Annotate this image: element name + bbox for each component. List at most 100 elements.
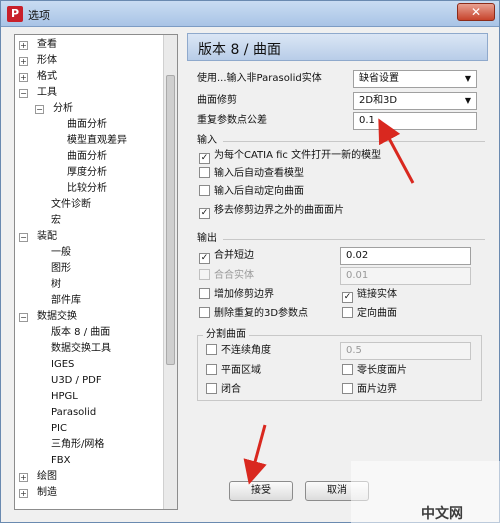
expand-icon[interactable]: + [19,57,28,66]
tree-item-part-library[interactable]: 部件库 [51,293,81,309]
checkbox-icon[interactable] [199,185,210,196]
checkbox-add-trim[interactable]: 增加修剪边界 [199,288,274,302]
checkbox-plane-region[interactable]: 平面区域 [206,364,261,378]
watermark-text: 中文网 [421,506,463,522]
tree-item-fbx[interactable]: FBX [51,453,70,469]
tree-item-hpgl[interactable]: HPGL [51,389,78,405]
tree-item-general[interactable]: 一般 [51,245,71,261]
expand-icon[interactable]: + [19,473,28,482]
checkbox-checked-icon[interactable]: ✓ [199,153,210,164]
tree-item-assembly[interactable]: − 装配 [19,229,57,245]
tree-item-label: 数据交换 [37,311,77,322]
checkbox-orient-surface[interactable]: 定向曲面 [342,307,397,321]
checkbox-merge-edges[interactable]: ✓ 合并短边 [199,249,254,264]
tree-item-compare[interactable]: 比较分析 [67,181,107,197]
tree-item-label: 查看 [37,39,57,50]
merge-solids-input[interactable]: 0.01 [340,267,471,285]
title-bar: P 选项 ✕ [1,1,499,27]
page-title: 版本 8 / 曲面 [198,42,281,58]
collapse-icon[interactable]: − [19,233,28,242]
tree-item-analysis[interactable]: − 分析 [35,101,73,117]
surface-trim-select[interactable]: 2D和3D ▼ [353,92,477,110]
divider [223,239,485,240]
divider [223,141,485,142]
tree-item-manufacture[interactable]: + 制造 [19,485,57,501]
checkbox-icon[interactable] [342,364,353,375]
checkbox-icon[interactable] [342,383,353,394]
checkbox-icon[interactable] [199,167,210,178]
checkbox-icon[interactable] [199,269,210,280]
duplicate-tolerance-label: 重复参数点公差 [197,115,267,126]
checkbox-new-model[interactable]: ✓ 为每个CATIA fic 文件打开一新的模型 [199,149,381,164]
tree-item-model-diff[interactable]: 模型直观差异 [67,133,127,149]
checkbox-link-solid[interactable]: ✓ 链接实体 [342,288,397,303]
tree-item-shape[interactable]: + 形体 [19,53,57,69]
tree-item-tree[interactable]: 树 [51,277,61,293]
checkbox-merge-solids[interactable]: 合合实体 [199,269,254,283]
checkbox-auto-check[interactable]: 输入后自动查看模型 [199,167,304,181]
tree-item-macro[interactable]: 宏 [51,213,61,229]
window-title: 选项 [28,9,50,22]
discontinuous-angle-input[interactable]: 0.5 [340,342,471,360]
tree-item-graphics[interactable]: 图形 [51,261,71,277]
tree-item-label: 分析 [53,103,73,114]
tree-item-version8-surface[interactable]: 版本 8 / 曲面 [51,325,110,341]
checkbox-icon[interactable] [206,364,217,375]
checkbox-discontinuous[interactable]: 不连续角度 [206,344,271,358]
checkbox-face-boundary[interactable]: 面片边界 [342,383,397,397]
expand-icon[interactable]: + [19,73,28,82]
tree-item-surface-analysis-2[interactable]: 曲面分析 [67,149,107,165]
input-section-label: 输入 [197,135,217,146]
checkbox-closed[interactable]: 闭合 [206,383,241,397]
expand-icon[interactable]: + [19,41,28,50]
tree-item-parasolid[interactable]: Parasolid [51,405,96,421]
tree-item-format[interactable]: + 格式 [19,69,57,85]
collapse-icon[interactable]: − [19,313,28,322]
tree-item-iges[interactable]: IGES [51,357,74,373]
duplicate-tolerance-input[interactable]: 0.1 [353,112,477,130]
import-parasolid-label: 使用...输入非Parasolid实体 [197,73,322,84]
checkbox-checked-icon[interactable]: ✓ [342,292,353,303]
merge-edges-input[interactable]: 0.02 [340,247,471,265]
tree-item-file-diagnose[interactable]: 文件诊断 [51,197,91,213]
checkbox-icon[interactable] [199,307,210,318]
tree-item-label: 绘图 [37,471,57,482]
tree-item-thickness[interactable]: 厚度分析 [67,165,107,181]
tree-item-label: 制造 [37,487,57,498]
ok-button[interactable]: 接受 [229,481,293,501]
collapse-icon[interactable]: − [35,105,44,114]
checkbox-remove-faces[interactable]: ✓ 移去修剪边界之外的曲面面片 [199,204,344,219]
output-section-label: 输出 [197,233,217,244]
surface-trim-label: 曲面修剪 [197,95,237,106]
expand-icon[interactable]: + [19,489,28,498]
checkbox-auto-orient[interactable]: 输入后自动定向曲面 [199,185,304,199]
checkbox-icon[interactable] [342,307,353,318]
checkbox-checked-icon[interactable]: ✓ [199,253,210,264]
options-dialog: P 选项 ✕ + 查看 + 形体 + 格式 − 工具 − 分析 曲面分析 模型直观差异 曲… [0,0,500,523]
tree-item-label: 装配 [37,231,57,242]
tree-item-surface-analysis[interactable]: 曲面分析 [67,117,107,133]
checkbox-icon[interactable] [206,344,217,355]
checkbox-checked-icon[interactable]: ✓ [199,208,210,219]
tree-item-data-exchange[interactable]: − 数据交换 [19,309,77,325]
tree-item-drawing[interactable]: + 绘图 [19,469,57,485]
close-button[interactable]: ✕ [457,3,495,21]
tree-item-view[interactable]: + 查看 [19,37,57,53]
checkbox-zero-length[interactable]: 零长度面片 [342,364,407,378]
checkbox-icon[interactable] [199,288,210,299]
app-logo-icon: P [7,6,23,22]
tree-item-exchange-tools[interactable]: 数据交换工具 [51,341,111,357]
checkbox-delete-dup[interactable]: 删除重复的3D参数点 [199,307,308,321]
tree-item-pic[interactable]: PIC [51,421,67,437]
tree-item-label: 格式 [37,71,57,82]
scrollbar-thumb[interactable] [166,75,175,365]
options-tree: + 查看 + 形体 + 格式 − 工具 − 分析 曲面分析 模型直观差异 曲面分析 厚度分… [14,34,178,510]
dropdown-arrow-icon: ▼ [464,96,471,105]
tree-item-triangle-mesh[interactable]: 三角形/网格 [51,437,104,453]
import-parasolid-select[interactable]: 缺省设置 ▼ [353,70,477,88]
checkbox-icon[interactable] [206,383,217,394]
tree-item-u3d-pdf[interactable]: U3D / PDF [51,373,102,389]
collapse-icon[interactable]: − [19,89,28,98]
tree-item-tools[interactable]: − 工具 [19,85,57,101]
tree-scrollbar[interactable] [163,35,177,509]
